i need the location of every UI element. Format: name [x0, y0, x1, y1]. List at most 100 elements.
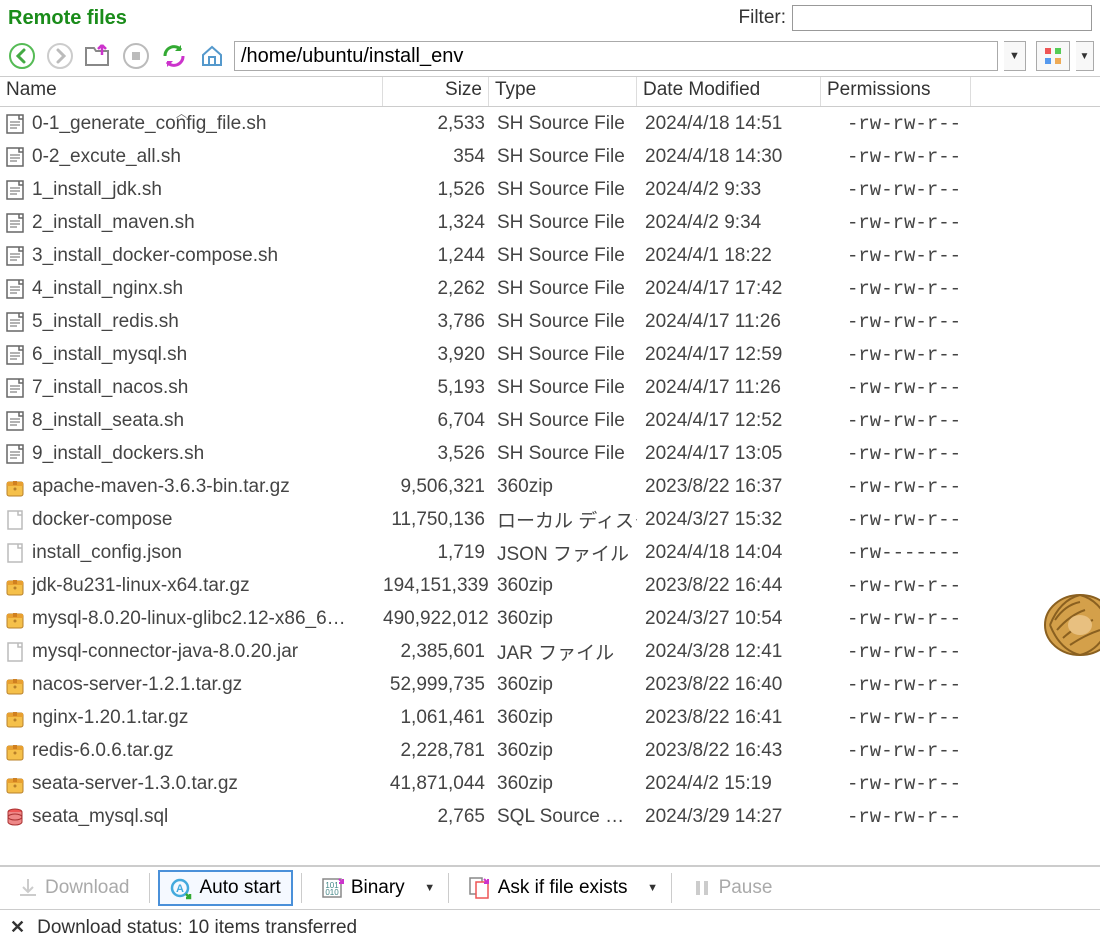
file-name: jdk-8u231-linux-x64.tar.gz	[32, 575, 250, 597]
file-size: 2,228,781	[383, 740, 489, 762]
file-date: 2024/3/27 15:32	[637, 509, 821, 531]
home-icon	[199, 43, 225, 69]
file-row[interactable]: jdk-8u231-linux-x64.tar.gz194,151,339360…	[0, 569, 1100, 602]
file-row[interactable]: mysql-connector-java-8.0.20.jar2,385,601…	[0, 635, 1100, 668]
file-row[interactable]: 4_install_nginx.sh2,262SH Source File202…	[0, 272, 1100, 305]
file-type: SH Source File	[489, 311, 637, 333]
file-date: 2023/8/22 16:40	[637, 674, 821, 696]
file-row[interactable]: mysql-8.0.20-linux-glibc2.12-x86_6… 490,9…	[0, 602, 1100, 635]
close-status-button[interactable]: ✕	[10, 917, 25, 938]
column-name[interactable]: Name	[0, 77, 383, 106]
auto-start-icon: A	[170, 876, 194, 900]
file-type: SQL Source …	[489, 806, 637, 828]
column-permissions[interactable]: Permissions	[821, 77, 971, 106]
auto-start-button[interactable]: A Auto start	[158, 870, 293, 906]
sh-file-icon	[4, 410, 26, 432]
path-input[interactable]	[234, 41, 998, 71]
column-type[interactable]: Type	[489, 77, 637, 106]
file-permissions: -rw-rw-r--	[821, 773, 971, 795]
back-button[interactable]	[6, 40, 38, 72]
ask-exists-dropdown[interactable]: ▼	[643, 870, 663, 906]
file-permissions: -rw-rw-r--	[821, 509, 971, 531]
file-permissions: -rw-rw-r--	[821, 707, 971, 729]
file-row[interactable]: docker-compose11,750,136ローカル ディスク2024/3/…	[0, 503, 1100, 536]
file-permissions: -rw-------	[821, 542, 971, 564]
view-mode-dropdown[interactable]: ▼	[1076, 41, 1094, 71]
file-name: 0-1_generate_config_file.sh	[32, 113, 267, 135]
file-row[interactable]: 2_install_maven.sh1,324SH Source File202…	[0, 206, 1100, 239]
file-date: 2023/8/22 16:41	[637, 707, 821, 729]
file-permissions: -rw-rw-r--	[821, 113, 971, 135]
file-permissions: -rw-rw-r--	[821, 278, 971, 300]
filter-input[interactable]	[792, 5, 1092, 31]
sh-file-icon	[4, 344, 26, 366]
file-date: 2024/3/27 10:54	[637, 608, 821, 630]
refresh-button[interactable]	[158, 40, 190, 72]
binary-label: Binary	[351, 877, 405, 899]
view-mode-button[interactable]	[1036, 41, 1070, 71]
file-name: seata_mysql.sql	[32, 806, 168, 828]
arrow-left-icon	[9, 43, 35, 69]
file-row[interactable]: 0-1_generate_config_file.sh2,533SH Sourc…	[0, 107, 1100, 140]
forward-button[interactable]	[44, 40, 76, 72]
binary-dropdown[interactable]: ▼	[420, 870, 440, 906]
column-date[interactable]: Date Modified	[637, 77, 821, 106]
file-row[interactable]: nginx-1.20.1.tar.gz1,061,461360zip2023/8…	[0, 701, 1100, 734]
file-date: 2024/4/17 12:59	[637, 344, 821, 366]
path-dropdown[interactable]: ▼	[1004, 41, 1026, 71]
file-type: JAR ファイル	[489, 638, 637, 665]
file-row[interactable]: install_config.json1,719JSON ファイル2024/4/…	[0, 536, 1100, 569]
file-type: SH Source File	[489, 179, 637, 201]
download-button[interactable]: Download	[6, 870, 141, 906]
stop-button[interactable]	[120, 40, 152, 72]
file-name: docker-compose	[32, 509, 172, 531]
sh-file-icon	[4, 377, 26, 399]
sql-file-icon	[4, 806, 26, 828]
file-row[interactable]: redis-6.0.6.tar.gz2,228,781360zip2023/8/…	[0, 734, 1100, 767]
file-date: 2024/4/1 18:22	[637, 245, 821, 267]
file-row[interactable]: apache-maven-3.6.3-bin.tar.gz9,506,32136…	[0, 470, 1100, 503]
file-row[interactable]: 3_install_docker-compose.sh1,244SH Sourc…	[0, 239, 1100, 272]
zip-file-icon	[4, 575, 26, 597]
file-row[interactable]: 7_install_nacos.sh5,193SH Source File202…	[0, 371, 1100, 404]
file-name: mysql-8.0.20-linux-glibc2.12-x86_6…	[32, 608, 346, 630]
file-date: 2023/8/22 16:43	[637, 740, 821, 762]
file-date: 2024/4/18 14:51	[637, 113, 821, 135]
file-row[interactable]: 6_install_mysql.sh3,920SH Source File202…	[0, 338, 1100, 371]
file-row[interactable]: 1_install_jdk.sh1,526SH Source File2024/…	[0, 173, 1100, 206]
ask-exists-button[interactable]: Ask if file exists	[457, 870, 639, 906]
file-row[interactable]: seata-server-1.3.0.tar.gz41,871,044360zi…	[0, 767, 1100, 800]
auto-start-label: Auto start	[200, 877, 281, 899]
file-date: 2023/8/22 16:37	[637, 476, 821, 498]
file-row[interactable]: 0-2_excute_all.sh354SH Source File2024/4…	[0, 140, 1100, 173]
file-row[interactable]: 5_install_redis.sh3,786SH Source File202…	[0, 305, 1100, 338]
column-size[interactable]: Size	[383, 77, 489, 106]
binary-button[interactable]: 101010 Binary	[310, 870, 416, 906]
file-row[interactable]: nacos-server-1.2.1.tar.gz52,999,735360zi…	[0, 668, 1100, 701]
file-row[interactable]: 9_install_dockers.sh3,526SH Source File2…	[0, 437, 1100, 470]
file-type: SH Source File	[489, 245, 637, 267]
mascot-decoration	[1035, 580, 1100, 670]
file-permissions: -rw-rw-r--	[821, 179, 971, 201]
svg-text:A: A	[176, 883, 184, 895]
file-permissions: -rw-rw-r--	[821, 740, 971, 762]
pause-button[interactable]: Pause	[680, 870, 784, 906]
file-row[interactable]: 8_install_seata.sh6,704SH Source File202…	[0, 404, 1100, 437]
file-size: 6,704	[383, 410, 489, 432]
file-type: SH Source File	[489, 146, 637, 168]
file-date: 2024/4/2 9:34	[637, 212, 821, 234]
file-size: 2,533	[383, 113, 489, 135]
file-size: 490,922,012	[383, 608, 489, 630]
file-row[interactable]: seata_mysql.sql2,765SQL Source …2024/3/2…	[0, 800, 1100, 833]
home-button[interactable]	[196, 40, 228, 72]
zip-file-icon	[4, 740, 26, 762]
file-file-icon	[4, 509, 26, 531]
refresh-icon	[161, 43, 187, 69]
column-header-row: Name Size Type Date Modified Permissions	[0, 77, 1100, 107]
file-size: 11,750,136	[383, 509, 489, 531]
file-file-icon	[4, 542, 26, 564]
up-folder-button[interactable]	[82, 40, 114, 72]
file-name: 7_install_nacos.sh	[32, 377, 188, 399]
file-permissions: -rw-rw-r--	[821, 806, 971, 828]
file-size: 354	[383, 146, 489, 168]
